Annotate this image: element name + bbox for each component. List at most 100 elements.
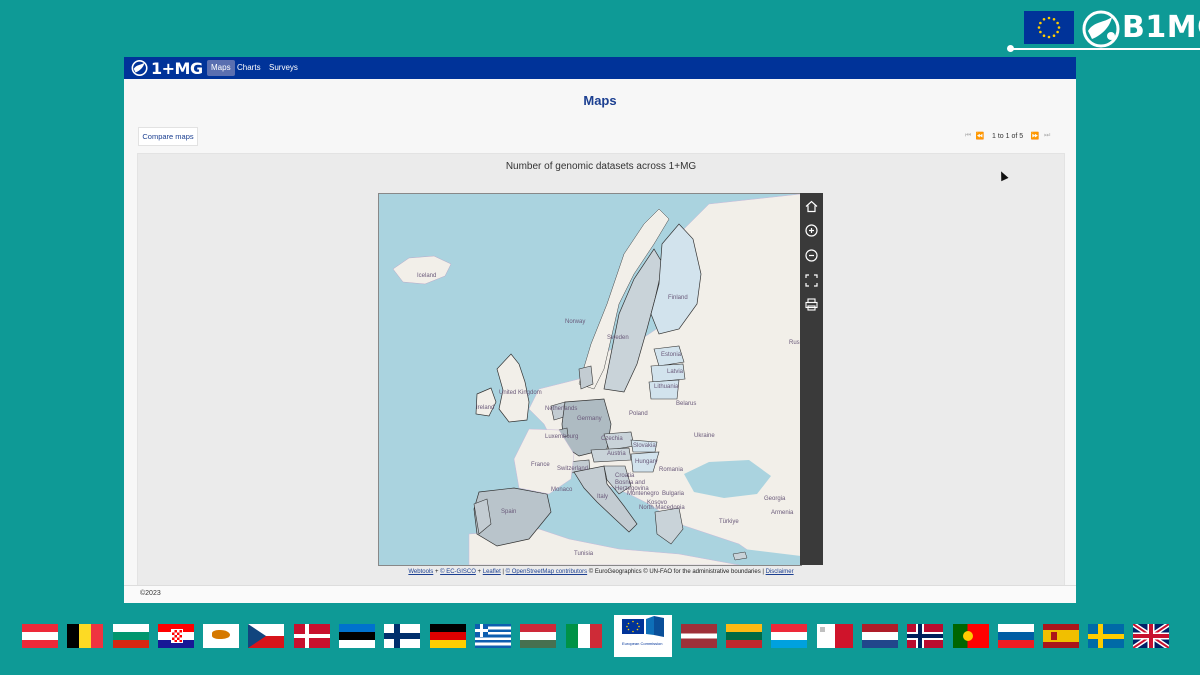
b1mg-wordmark: B1MG — [1122, 10, 1200, 45]
flag-portugal-icon — [953, 624, 989, 648]
member-flags-strip — [0, 624, 1200, 650]
zoom-out-icon[interactable] — [804, 248, 819, 263]
flag-finland-icon — [384, 624, 420, 648]
top-navbar: 1+MG Maps Charts Surveys — [124, 57, 1076, 79]
label-croatia: Croatia — [615, 473, 635, 479]
map-title: Number of genomic datasets across 1+MG — [505, 161, 697, 172]
label-belarus: Belarus — [676, 401, 697, 407]
flag-hungary-icon — [520, 624, 556, 648]
flag-italy-icon — [566, 624, 602, 648]
flag-denmark-icon — [294, 624, 330, 648]
label-hungary: Hungary — [635, 459, 658, 465]
label-estonia: Estonia — [661, 352, 682, 358]
flag-bulgaria-icon — [113, 624, 149, 648]
label-germany: Germany — [577, 416, 602, 422]
onemg-logo-icon — [131, 60, 148, 76]
europe-map[interactable]: Iceland Norway Sweden Finland Estonia La… — [378, 193, 802, 566]
map-panel: Number of genomic datasets across 1+MG I… — [137, 153, 1065, 586]
compare-maps-button[interactable]: Compare maps — [138, 127, 198, 146]
label-sweden: Sweden — [607, 335, 629, 341]
brand-divider — [1010, 48, 1200, 50]
flag-spain-icon — [1043, 624, 1079, 648]
flag-netherlands-icon — [862, 624, 898, 648]
first-page-icon[interactable]: ⏮ — [962, 132, 974, 140]
osm-link[interactable]: © OpenStreetMap contributors — [506, 569, 587, 575]
label-ireland: Ireland — [476, 405, 495, 411]
prev-page-icon[interactable]: ⏪ — [974, 132, 986, 140]
label-russia: Rus — [789, 340, 800, 346]
flag-lithuania-icon — [726, 624, 762, 648]
fullscreen-icon[interactable] — [804, 273, 819, 288]
label-tunisia: Tunisia — [574, 551, 594, 557]
ec-logo-text: European Commission — [622, 641, 663, 646]
app-window: 1+MG Maps Charts Surveys Maps Compare ma… — [124, 57, 1076, 603]
label-uk: United Kingdom — [499, 390, 542, 396]
nav-surveys[interactable]: Surveys — [265, 60, 302, 76]
label-norway: Norway — [565, 319, 586, 325]
nav-charts[interactable]: Charts — [233, 60, 265, 76]
ec-gisco-link[interactable]: © EC-GISCO — [440, 569, 476, 575]
label-poland: Poland — [629, 411, 648, 417]
label-iceland: Iceland — [417, 273, 437, 279]
webtools-link[interactable]: Webtools — [408, 569, 433, 575]
label-netherlands: Netherlands — [545, 406, 578, 412]
home-logo[interactable]: 1+MG — [131, 58, 203, 78]
copyright-text: ©2023 — [140, 590, 161, 597]
flag-sweden-icon — [1088, 624, 1124, 648]
home-icon[interactable] — [804, 199, 819, 214]
label-lithuania: Lithuania — [654, 384, 679, 390]
label-monaco: Monaco — [551, 487, 573, 493]
flag-belgium-icon — [67, 624, 103, 648]
label-georgia: Georgia — [764, 496, 786, 502]
european-commission-logo-icon: European Commission — [614, 615, 672, 657]
nav-maps[interactable]: Maps — [207, 60, 235, 76]
label-czechia: Czechia — [601, 436, 623, 442]
map-toolbar — [800, 193, 823, 565]
label-austria: Austria — [607, 451, 626, 457]
attribution-text: © EuroGeographics © UN-FAO for the admin… — [587, 569, 766, 575]
label-france: France — [531, 462, 550, 468]
logo-text: 1+MG — [151, 58, 203, 78]
brand-divider-dot — [1007, 45, 1014, 52]
label-luxembourg: Luxembourg — [545, 434, 579, 440]
label-latvia: Latvia — [667, 369, 684, 375]
map-attribution: Webtools + © EC-GISCO + Leaflet | © Open… — [138, 569, 1064, 575]
label-switzerland: Switzerland — [557, 466, 589, 472]
pagination: ⏮ ⏪ 1 to 1 of 5 ⏩ ⏭ — [962, 129, 1053, 143]
label-romania: Romania — [659, 467, 684, 473]
last-page-icon[interactable]: ⏭ — [1041, 132, 1053, 140]
map-canvas — [379, 194, 801, 565]
flag-luxembourg-icon — [771, 624, 807, 648]
label-bulgaria: Bulgaria — [662, 491, 685, 497]
next-page-icon[interactable]: ⏩ — [1029, 132, 1041, 140]
label-italy: Italy — [597, 494, 609, 500]
page-counter: 1 to 1 of 5 — [992, 132, 1024, 140]
flag-greece-icon — [475, 624, 511, 648]
flag-norway-icon — [907, 624, 943, 648]
label-slovakia: Slovakia — [633, 443, 656, 449]
label-spain: Spain — [501, 509, 517, 515]
flag-estonia-icon — [339, 624, 375, 648]
flag-slovenia-icon — [998, 624, 1034, 648]
flag-latvia-icon — [681, 624, 717, 648]
label-turkiye: Türkiye — [719, 519, 739, 525]
flag-croatia-icon — [158, 624, 194, 648]
label-ukraine: Ukraine — [694, 433, 715, 439]
flag-czechia-icon — [248, 624, 284, 648]
label-montenegro: Montenegro — [627, 491, 660, 497]
disclaimer-link[interactable]: Disclaimer — [766, 569, 794, 575]
flag-uk-icon — [1133, 624, 1169, 648]
leaflet-link[interactable]: Leaflet — [483, 569, 501, 575]
print-icon[interactable] — [804, 297, 819, 312]
page-title: Maps — [583, 93, 617, 108]
label-finland: Finland — [668, 295, 688, 301]
flag-austria-icon — [22, 624, 58, 648]
label-armenia: Armenia — [771, 510, 794, 516]
zoom-in-icon[interactable] — [804, 223, 819, 238]
eu-flag-icon — [1024, 11, 1074, 44]
label-north-macedonia: North Macedonia — [639, 505, 685, 511]
flag-malta-icon — [817, 624, 853, 648]
flag-cyprus-icon — [203, 624, 239, 648]
attribution-plus-2: + — [475, 569, 483, 575]
flag-germany-icon — [430, 624, 466, 648]
